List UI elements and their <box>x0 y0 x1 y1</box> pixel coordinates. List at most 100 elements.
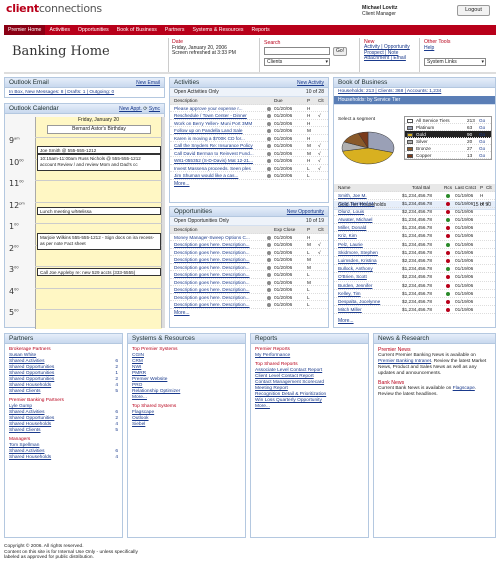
household-row[interactable]: Olunz, Louis $2,234,456.78 01/19/06 <box>334 208 495 217</box>
opportunities-more-link[interactable]: More... <box>170 310 328 316</box>
opportunity-row[interactable]: Description goes here. Description... 01/… <box>170 256 328 264</box>
activity-row[interactable]: Call David Berman to Reinvest Fund... 01/… <box>170 150 328 157</box>
logout-button[interactable]: Logout <box>457 5 490 16</box>
household-row[interactable]: Miller, Donald $1,234,456.78 01/19/06 <box>334 224 495 233</box>
tier-go-link[interactable]: Go <box>479 138 485 144</box>
tier-go-link[interactable]: Go <box>479 124 485 130</box>
nav-item-premier-home[interactable]: Premier Home <box>4 25 46 35</box>
household-row[interactable]: Luimsden, Kristina $2,234,456.78 01/19/06 <box>334 257 495 266</box>
row-description[interactable]: Karen is moving a $700K CD for... <box>174 135 266 142</box>
activity-row[interactable]: Karen is moving a $700K CD for... 01/20/0… <box>170 135 328 142</box>
household-row[interactable]: Bullock, Anthony $1,234,456.78 01/19/06 <box>334 265 495 274</box>
household-row[interactable]: Astor, Bernard M. $1,234,456.78 01/19/06 H √ <box>334 200 495 208</box>
email-stats[interactable]: In Box, New Messages: 8 | Drafts: 1 | Ou… <box>5 88 164 97</box>
sync-link[interactable]: Sync <box>149 106 160 112</box>
household-row[interactable]: Mitch Miller $1,234,456.78 01/19/06 <box>334 306 495 315</box>
opportunity-row[interactable]: Description goes here. Description... 01/… <box>170 241 328 249</box>
activity-row[interactable]: Follow up on Pandella Land Sale 01/20/06 M <box>170 127 328 135</box>
row-description[interactable]: Description goes here. Description... <box>174 286 266 293</box>
row-description[interactable]: W81-055352 (S-D-Davis) Mat 12-21... <box>174 157 266 164</box>
tier-go-link[interactable]: Go <box>479 145 485 151</box>
tier-item[interactable]: Silver 20 Go <box>405 138 491 145</box>
nav-item-partners[interactable]: Partners <box>161 25 189 35</box>
new-activity-link[interactable]: New Activity <box>297 78 324 88</box>
household-name[interactable]: Smith, Joe M. <box>338 192 367 199</box>
household-row[interactable]: Burden, Jennifer $2,234,456.78 01/19/06 <box>334 282 495 290</box>
premier-intranet-link[interactable]: Premier Banking Intranet <box>378 359 431 364</box>
tier-item[interactable]: Platinum 63 Go <box>405 124 491 131</box>
tier-go-link[interactable]: Go <box>479 117 485 123</box>
household-name[interactable]: Bullock, Anthony <box>338 265 373 272</box>
reports-more-link[interactable]: More... <box>255 404 364 410</box>
row-description[interactable]: Description goes here. Description... <box>174 256 266 263</box>
household-row[interactable]: Kelley, Tim $1,234,456.78 01/19/06 <box>334 290 495 298</box>
row-description[interactable]: Work on Berry Yellen- Muni Port 3MM <box>174 120 266 127</box>
activity-row[interactable]: Please approve your expense r... 01/20/06… <box>170 105 328 112</box>
household-row[interactable]: Kriz, Kim $1,234,456.78 01/19/06 <box>334 232 495 241</box>
household-name[interactable]: O'Brien, Scott <box>338 273 367 280</box>
book-more-link[interactable]: More... <box>338 318 354 324</box>
nav-item-activities[interactable]: Activities <box>45 25 73 35</box>
tier-go-link[interactable]: Go <box>479 152 485 158</box>
opportunity-row[interactable]: Description goes here. Description... 01/… <box>170 301 328 309</box>
opportunity-row[interactable]: Description goes here. Description... 01/… <box>170 279 328 286</box>
nav-item-reports[interactable]: Reports <box>248 25 274 35</box>
system-link[interactable]: Siebel <box>132 422 241 428</box>
nav-item-systems-resources[interactable]: Systems & Resources <box>188 25 247 35</box>
shared-item-link[interactable]: Shared Clients 5 <box>9 389 118 395</box>
search-input[interactable] <box>264 47 330 55</box>
tier-pie-chart[interactable] <box>340 128 400 174</box>
search-scope-select[interactable]: Clients <box>264 58 330 66</box>
tier-item[interactable]: Copper 13 Go <box>405 152 491 159</box>
system-link[interactable]: More... <box>132 395 241 401</box>
report-link[interactable]: My Performance <box>255 353 364 359</box>
calendar-appointment[interactable]: Call Joe Appleby re: new 529 accts (333-… <box>37 268 161 276</box>
row-description[interactable]: Reschedule / Town Center - Dinner <box>174 112 266 119</box>
calendar-appointment[interactable]: Marjoie Wilkins 555-555-1212 - Sign docs… <box>37 233 161 250</box>
household-name[interactable]: Burden, Jennifer <box>338 282 372 289</box>
activity-row[interactable]: Jim Shuman would like a cas... 01/20/06 L <box>170 172 328 180</box>
opportunity-row[interactable]: Description goes here. Description... 01/… <box>170 271 328 279</box>
household-name[interactable]: Olunz, Louis <box>338 208 364 215</box>
row-description[interactable]: Description goes here. Description... <box>174 249 266 256</box>
new-opportunity-link[interactable]: New Opportunity <box>287 207 324 217</box>
household-name[interactable]: Skidmore, Stephen <box>338 249 378 256</box>
household-name[interactable]: Despalta, Jocelynne <box>338 298 380 305</box>
household-row[interactable]: O'Brien, Scott $2,234,456.78 01/19/06 <box>334 273 495 282</box>
new-appt-link[interactable]: New Appt. <box>119 106 142 112</box>
row-description[interactable]: Please approve your expense r... <box>174 105 266 112</box>
activity-row[interactable]: Invest Massena proceeds. Seen ples 01/20/… <box>170 165 328 172</box>
activity-row[interactable]: Call the Snyders Re: Insurance Policy 01/… <box>170 142 328 150</box>
nav-item-opportunities[interactable]: Opportunities <box>74 25 113 35</box>
opportunity-row[interactable]: Description goes here. Description... 01/… <box>170 264 328 271</box>
tier-go-link[interactable]: Go <box>479 131 485 137</box>
row-description[interactable]: Jim Shuman would like a cas... <box>174 172 266 179</box>
tier-item[interactable]: All Service Tiers 213 Go <box>405 117 491 124</box>
row-description[interactable]: Follow up on Pandella Land Sale <box>174 127 266 134</box>
system-links-select[interactable]: System Links <box>424 58 486 66</box>
row-description[interactable]: Description goes here. Description... <box>174 279 266 286</box>
opportunity-row[interactable]: Money Manager-Sweep Options C... 01/20/06… <box>170 234 328 241</box>
new-email-link[interactable]: New Email <box>136 78 160 88</box>
tier-item[interactable]: Gold 90 Go <box>405 131 491 138</box>
row-description[interactable]: Description goes here. Description... <box>174 264 266 271</box>
shared-item-link[interactable]: Shared Households 4 <box>9 455 118 461</box>
new-links-3[interactable]: Attachment | Email <box>364 55 410 61</box>
row-description[interactable]: Invest Massena proceeds. Seen ples <box>174 165 266 172</box>
opportunity-row[interactable]: Description goes here. Description... 01/… <box>170 286 328 294</box>
calendar-appointment[interactable]: Joe Smith @ 555-555-1212 <box>37 146 161 154</box>
activities-more-link[interactable]: More... <box>170 181 328 187</box>
household-name[interactable]: Kriz, Kim <box>338 232 357 239</box>
row-description[interactable]: Call the Snyders Re: Insurance Policy <box>174 142 266 149</box>
row-description[interactable]: Description goes here. Description... <box>174 301 266 308</box>
activity-row[interactable]: W81-055352 (S-D-Davis) Mat 12-21... 01/20… <box>170 157 328 165</box>
row-description[interactable]: Money Manager-Sweep Options C... <box>174 234 266 241</box>
row-description[interactable]: Description goes here. Description... <box>174 294 266 301</box>
row-description[interactable]: Call David Berman to Reinvest Fund... <box>174 150 266 157</box>
opportunity-row[interactable]: Description goes here. Description... 01/… <box>170 249 328 256</box>
tier-item[interactable]: Bronze 27 Go <box>405 145 491 152</box>
activity-row[interactable]: Reschedule / Town Center - Dinner 01/20/0… <box>170 112 328 120</box>
household-row[interactable]: Smith, Joe M. $1,234,456.78 01/19/06 H <box>334 192 495 200</box>
book-stats[interactable]: Households: 213 | Clients: 368 | Account… <box>334 88 495 96</box>
household-name[interactable]: Luimsden, Kristina <box>338 257 377 264</box>
